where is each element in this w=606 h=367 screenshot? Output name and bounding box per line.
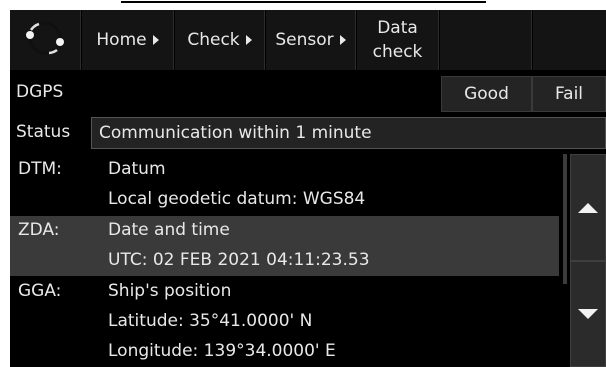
nav-sensor-button[interactable]: Sensor [266, 10, 356, 70]
nav-data-check-label-line2: check [372, 42, 423, 62]
triangle-right-icon [152, 35, 159, 45]
scrollbar-thumb[interactable] [563, 154, 567, 284]
device-screen: Home Check Sensor Data check DGPS Good F… [10, 10, 606, 367]
nav-check-label: Check [187, 30, 240, 50]
sentence-code: DTM: [18, 159, 62, 179]
fail-button[interactable]: Fail [532, 76, 606, 112]
nav-home-button[interactable]: Home [82, 10, 174, 70]
scroll-down-button[interactable] [570, 261, 606, 367]
sentence-list[interactable]: DTM: Datum Local geodetic datum: WGS84 Z… [10, 154, 559, 367]
sentence-code: GGA: [18, 281, 62, 301]
nav-home-label: Home [96, 30, 147, 50]
nav-data-check-button[interactable]: Data check [357, 10, 439, 70]
sentence-detail: Longitude: 139°34.0000' E [108, 341, 336, 361]
ring-logo-icon [21, 16, 69, 65]
good-button[interactable]: Good [441, 76, 532, 112]
nav-check-button[interactable]: Check [175, 10, 265, 70]
triangle-down-icon [578, 309, 598, 319]
status-value-field: Communication within 1 minute [91, 117, 606, 149]
dgps-label: DGPS [16, 82, 64, 102]
status-label: Status [16, 122, 71, 142]
triangle-right-icon [339, 35, 346, 45]
nav-empty-slot-2 [533, 10, 606, 70]
logo-button[interactable] [10, 10, 81, 70]
scroll-up-button[interactable] [570, 154, 606, 261]
sentence-title: Date and time [108, 220, 230, 240]
status-value: Communication within 1 minute [99, 123, 372, 143]
sentence-code: ZDA: [18, 220, 60, 240]
sentence-detail: Local geodetic datum: WGS84 [108, 189, 366, 209]
triangle-right-icon [245, 35, 252, 45]
nav-sensor-label: Sensor [275, 30, 334, 50]
nav-empty-slot-1 [440, 10, 532, 70]
sentence-title: Datum [108, 159, 166, 179]
top-nav-bar: Home Check Sensor Data check [10, 10, 606, 70]
sentence-detail: Latitude: 35°41.0000' N [108, 311, 313, 331]
triangle-up-icon [578, 202, 598, 213]
list-item[interactable]: GGA: Ship's position Latitude: 35°41.000… [10, 276, 559, 367]
list-item-selected[interactable]: ZDA: Date and time UTC: 02 FEB 2021 04:1… [10, 216, 559, 276]
sentence-title: Ship's position [108, 281, 232, 301]
top-divider-line [121, 1, 486, 3]
list-item[interactable]: DTM: Datum Local geodetic datum: WGS84 [10, 154, 559, 216]
nav-data-check-label-line1: Data [377, 18, 418, 38]
good-button-label: Good [464, 84, 509, 104]
sentence-detail: UTC: 02 FEB 2021 04:11:23.53 [108, 250, 370, 270]
fail-button-label: Fail [554, 84, 584, 104]
